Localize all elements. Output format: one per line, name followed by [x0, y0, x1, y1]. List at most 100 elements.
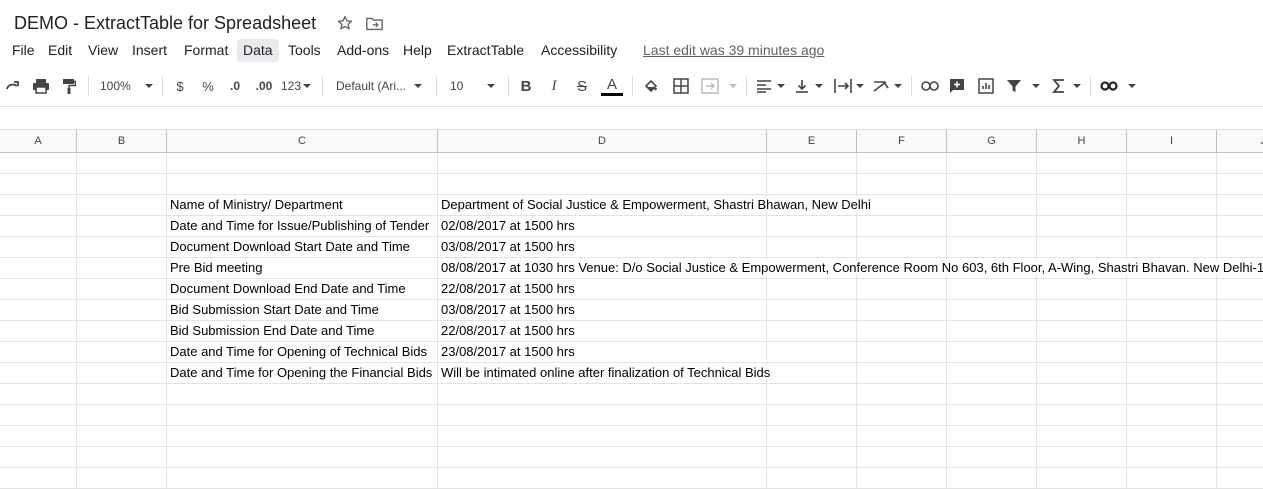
grid-cell[interactable] [1217, 174, 1263, 195]
grid-cell[interactable] [857, 405, 947, 426]
grid-cell[interactable] [77, 279, 167, 300]
menu-file[interactable]: File [12, 42, 35, 58]
column-header-a[interactable]: A [0, 130, 77, 153]
grid-cell[interactable] [947, 237, 1037, 258]
grid-cell[interactable] [947, 426, 1037, 447]
grid-cell[interactable] [767, 447, 857, 468]
grid-cell[interactable] [1217, 216, 1263, 237]
grid-cell[interactable] [0, 153, 77, 174]
grid-cell[interactable]: Date and Time for Issue/Publishing of Te… [167, 216, 438, 237]
grid-cell[interactable] [1217, 153, 1263, 174]
grid-cell[interactable] [857, 321, 947, 342]
menu-data[interactable]: Data [237, 39, 279, 62]
grid-cell[interactable] [1037, 384, 1127, 405]
grid-cell[interactable] [438, 447, 767, 468]
grid-cell[interactable] [1037, 216, 1127, 237]
decrease-decimal-button[interactable]: .0 [225, 76, 245, 96]
more-formats-button[interactable]: 123 [281, 76, 313, 96]
menu-accessibility[interactable]: Accessibility [541, 42, 617, 58]
grid-cell[interactable] [1037, 174, 1127, 195]
input-tools-button[interactable] [1100, 76, 1136, 96]
grid-cell[interactable] [767, 153, 857, 174]
grid-cell[interactable]: Bid Submission End Date and Time [167, 321, 438, 342]
grid-cell[interactable] [1217, 405, 1263, 426]
insert-chart-button[interactable] [977, 76, 995, 96]
grid-cell[interactable] [167, 174, 438, 195]
menu-help[interactable]: Help [403, 42, 432, 58]
vertical-align-button[interactable] [794, 76, 824, 96]
grid-cell[interactable] [1217, 363, 1263, 384]
grid-cell[interactable] [438, 384, 767, 405]
grid-cell[interactable] [1037, 405, 1127, 426]
grid-cell[interactable] [767, 300, 857, 321]
column-header-g[interactable]: G [947, 130, 1037, 153]
grid-cell[interactable] [438, 153, 767, 174]
grid-cell[interactable] [767, 363, 857, 384]
text-color-button[interactable]: A [600, 74, 624, 98]
grid-cell[interactable] [767, 174, 857, 195]
merge-cells-button[interactable] [701, 76, 741, 96]
grid-cell[interactable] [167, 153, 438, 174]
grid-cell[interactable] [1217, 342, 1263, 363]
text-wrapping-button[interactable] [834, 76, 864, 96]
grid-cell[interactable] [1217, 195, 1263, 216]
grid-cell[interactable] [1127, 300, 1217, 321]
grid-cell[interactable] [77, 195, 167, 216]
menu-edit[interactable]: Edit [48, 42, 72, 58]
grid-cell[interactable] [1217, 237, 1263, 258]
grid-cell[interactable] [438, 405, 767, 426]
grid-cell[interactable]: Pre Bid meeting [167, 258, 438, 279]
grid-cell[interactable] [947, 216, 1037, 237]
grid-cell[interactable] [1037, 237, 1127, 258]
grid-cell[interactable]: 22/08/2017 at 1500 hrs [438, 321, 767, 342]
grid-cell[interactable] [1127, 426, 1217, 447]
font-family-select[interactable]: Default (Ari... [336, 76, 428, 96]
grid-cell[interactable] [1127, 447, 1217, 468]
grid-cell[interactable] [1037, 426, 1127, 447]
grid-cell[interactable] [77, 216, 167, 237]
grid-cell[interactable] [438, 174, 767, 195]
grid-cell[interactable] [77, 258, 167, 279]
redo-button[interactable] [4, 76, 22, 96]
menu-extracttable[interactable]: ExtractTable [447, 42, 524, 58]
grid-cell[interactable] [0, 258, 77, 279]
grid-cell[interactable] [0, 447, 77, 468]
grid-cell[interactable] [857, 447, 947, 468]
zoom-select[interactable]: 100% [100, 76, 155, 96]
grid-cell[interactable] [1127, 279, 1217, 300]
italic-button[interactable]: I [546, 76, 562, 96]
grid-cell[interactable] [1127, 384, 1217, 405]
star-icon[interactable] [336, 14, 354, 32]
grid-cell[interactable] [77, 405, 167, 426]
last-edit-link[interactable]: Last edit was 39 minutes ago [643, 42, 824, 58]
grid-cell[interactable]: Bid Submission Start Date and Time [167, 300, 438, 321]
grid-cell[interactable] [1127, 363, 1217, 384]
grid-cell[interactable] [767, 216, 857, 237]
grid-cell[interactable]: 23/08/2017 at 1500 hrs [438, 342, 767, 363]
horizontal-align-button[interactable] [756, 76, 786, 96]
grid-cell[interactable] [1217, 426, 1263, 447]
grid-cell[interactable] [1127, 216, 1217, 237]
grid-cell[interactable] [0, 195, 77, 216]
grid-cell[interactable]: Date and Time for Opening of Technical B… [167, 342, 438, 363]
menu-addons[interactable]: Add-ons [337, 42, 389, 58]
grid-cell[interactable] [1217, 321, 1263, 342]
menu-tools[interactable]: Tools [288, 42, 321, 58]
grid-cell[interactable] [77, 384, 167, 405]
grid-cell[interactable] [1127, 342, 1217, 363]
column-header-b[interactable]: B [77, 130, 167, 153]
grid-cell[interactable] [1037, 279, 1127, 300]
menu-insert[interactable]: Insert [132, 42, 167, 58]
borders-button[interactable] [672, 76, 690, 96]
grid-cell[interactable] [77, 447, 167, 468]
grid-cell[interactable]: Will be intimated online after finalizat… [438, 363, 771, 384]
grid-cell[interactable] [0, 174, 77, 195]
grid-cell[interactable] [77, 153, 167, 174]
grid-cell[interactable] [1127, 405, 1217, 426]
grid-cell[interactable]: Document Download Start Date and Time [167, 237, 438, 258]
grid-cell[interactable] [167, 405, 438, 426]
grid-cell[interactable] [0, 363, 77, 384]
grid-cell[interactable]: Date and Time for Opening the Financial … [167, 363, 438, 384]
grid-cell[interactable] [1127, 153, 1217, 174]
menu-format[interactable]: Format [184, 42, 228, 58]
